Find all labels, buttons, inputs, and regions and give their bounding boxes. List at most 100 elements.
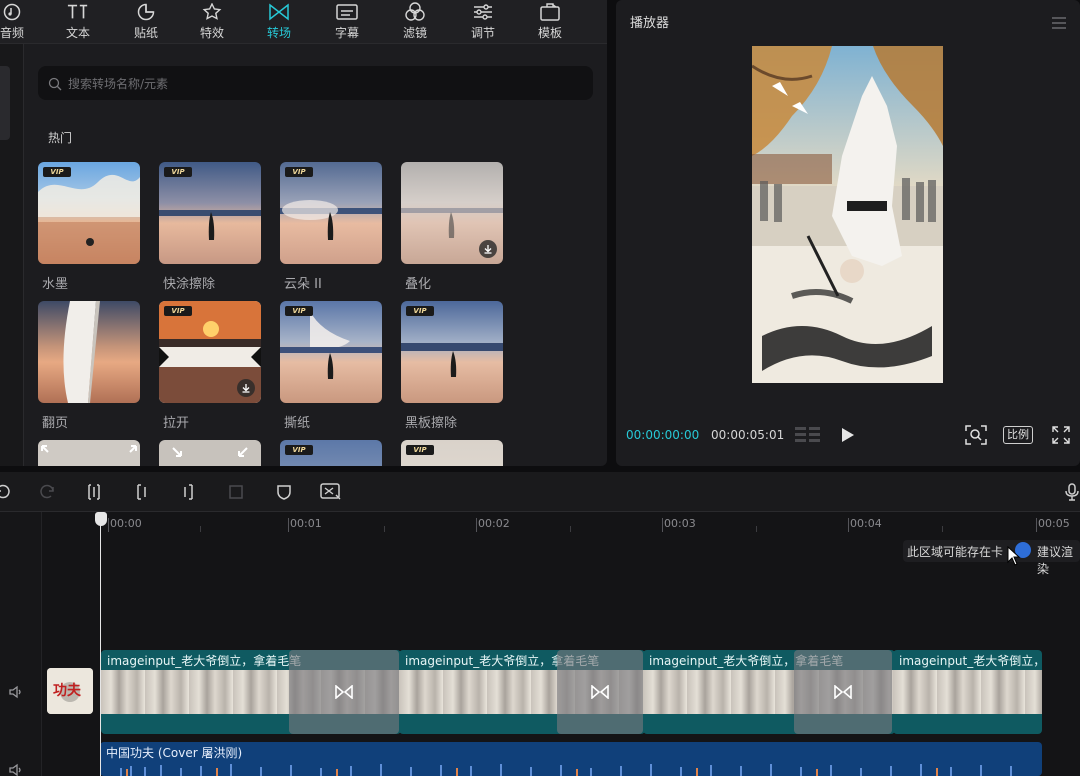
filter-icon: [404, 2, 426, 22]
tool-subtitle[interactable]: 字幕: [317, 0, 377, 44]
subtitle-icon: [336, 2, 358, 22]
time-ruler[interactable]: 00:00 00:01 00:02 00:03 00:04 00:05: [100, 512, 1080, 536]
transition-icon: [591, 685, 609, 699]
transition-card-quick-wipe[interactable]: VIP: [159, 162, 261, 264]
transition-card[interactable]: [159, 440, 261, 466]
search-icon: [48, 76, 62, 91]
tool-template[interactable]: 模板: [520, 0, 580, 44]
tool-adjust[interactable]: 调节: [453, 0, 513, 44]
transition-icon: [834, 685, 852, 699]
transition-card-blackboard-erase[interactable]: VIP: [401, 301, 503, 403]
transition-label: 云朵 II: [284, 277, 322, 292]
track-cover[interactable]: 功夫: [47, 668, 93, 714]
vip-badge: VIP: [164, 306, 192, 316]
player-panel: 播放器 00:00:00:00 00:00:05:01 比例: [616, 0, 1080, 466]
ruler-minor-tick: [570, 526, 571, 532]
template-icon: [539, 2, 561, 22]
tool-label: 音频: [0, 26, 24, 40]
render-warning-tooltip: 此区域可能存在卡 建议渲染: [903, 540, 1080, 576]
transition-card[interactable]: VIP: [280, 440, 382, 466]
ruler-minor-tick: [942, 526, 943, 532]
transition-card-ink[interactable]: VIP: [38, 162, 140, 264]
search-input[interactable]: 搜索转场名称/元素: [38, 66, 593, 100]
ruler-label: 00:01: [290, 517, 322, 530]
download-icon[interactable]: [479, 240, 497, 258]
tool-label: 特效: [199, 26, 224, 40]
auto-caption-icon[interactable]: [320, 482, 342, 502]
transition-card[interactable]: [38, 440, 140, 466]
transition-label: 拉开: [163, 416, 190, 431]
transition-label: 翻页: [42, 416, 69, 431]
side-tab[interactable]: [0, 66, 10, 140]
fullscreen-icon[interactable]: [1050, 424, 1072, 446]
playhead-handle[interactable]: [95, 512, 107, 526]
total-timecode: 00:00:05:01: [711, 428, 785, 442]
transition-card-cloud-2[interactable]: VIP: [280, 162, 382, 264]
video-preview[interactable]: [752, 46, 943, 383]
vip-badge: VIP: [164, 167, 192, 177]
download-icon[interactable]: [237, 379, 255, 397]
ruler-tick: [288, 518, 289, 532]
transition-marker[interactable]: [794, 650, 892, 734]
shield-icon[interactable]: [274, 482, 294, 502]
split-icon[interactable]: [84, 482, 104, 502]
trim-right-icon[interactable]: [178, 482, 198, 502]
microphone-icon[interactable]: [1062, 482, 1080, 502]
ratio-button[interactable]: 比例: [1002, 424, 1034, 446]
tool-transition[interactable]: 转场: [249, 0, 309, 44]
vip-badge: VIP: [43, 167, 71, 177]
track-headers: [0, 512, 42, 776]
tool-sticker[interactable]: 贴纸: [116, 0, 176, 44]
transition-card[interactable]: VIP: [401, 440, 503, 466]
menu-icon[interactable]: [1052, 14, 1066, 29]
transition-card-pull-open[interactable]: VIP: [159, 301, 261, 403]
clip-label: imageinput_老大爷倒立，拿着: [899, 654, 1042, 668]
ruler-tick: [108, 518, 109, 532]
transition-marker[interactable]: [289, 650, 399, 734]
playhead-line[interactable]: [100, 516, 101, 776]
delete-icon[interactable]: [226, 482, 246, 502]
trim-left-icon[interactable]: [132, 482, 152, 502]
vip-badge: VIP: [406, 306, 434, 316]
tool-text[interactable]: 文本: [48, 0, 108, 44]
ruler-tick: [662, 518, 663, 532]
tool-audio[interactable]: 音频: [0, 0, 42, 44]
search-placeholder: 搜索转场名称/元素: [68, 77, 169, 91]
audio-track-icon[interactable]: [8, 762, 24, 776]
tool-effects[interactable]: 特效: [182, 0, 242, 44]
redo-icon[interactable]: [38, 482, 58, 502]
tool-label: 滤镜: [402, 26, 427, 40]
suggest-render-text: 建议渲染: [1037, 545, 1074, 576]
effects-icon: [201, 2, 223, 22]
transition-marker[interactable]: [557, 650, 643, 734]
ruler-tick: [1036, 518, 1037, 532]
ruler-minor-tick: [200, 526, 201, 532]
transition-card-page-flip[interactable]: [38, 301, 140, 403]
play-button[interactable]: [838, 424, 858, 446]
video-clip[interactable]: imageinput_老大爷倒立，拿着: [893, 650, 1042, 734]
cover-text: 功夫: [53, 683, 81, 699]
media-panel: 音频 文本 贴纸 特效 转场 字幕 滤镜 调节 模板 搜索转场名称/元素 热门 …: [0, 0, 607, 466]
ratio-label: 比例: [1003, 426, 1033, 444]
clip-thumbnails: [893, 670, 1042, 714]
audio-meter-icon: [794, 424, 822, 446]
vip-badge: VIP: [285, 306, 313, 316]
tool-filter[interactable]: 滤镜: [385, 0, 445, 44]
mouse-cursor-icon: [1007, 545, 1021, 566]
transition-card-dissolve[interactable]: [401, 162, 503, 264]
transition-label: 黑板擦除: [405, 416, 458, 431]
transition-icon: [268, 2, 290, 22]
audio-clip[interactable]: 中国功夫 (Cover 屠洪刚): [100, 742, 1042, 776]
transition-icon: [335, 685, 353, 699]
clip-label: imageinput_老大爷倒立，拿着毛笔: [107, 654, 302, 668]
current-timecode: 00:00:00:00: [626, 428, 700, 442]
tool-label: 调节: [470, 26, 495, 40]
vip-badge: VIP: [406, 445, 434, 455]
video-track-audio-icon[interactable]: [8, 684, 24, 700]
video-editor: 音频 文本 贴纸 特效 转场 字幕 滤镜 调节 模板 搜索转场名称/元素 热门 …: [0, 0, 1080, 776]
undo-icon[interactable]: [0, 482, 12, 502]
zoom-fit-icon[interactable]: [964, 424, 988, 446]
transition-card-tear-paper[interactable]: VIP: [280, 301, 382, 403]
ruler-tick: [848, 518, 849, 532]
ruler-minor-tick: [384, 526, 385, 532]
